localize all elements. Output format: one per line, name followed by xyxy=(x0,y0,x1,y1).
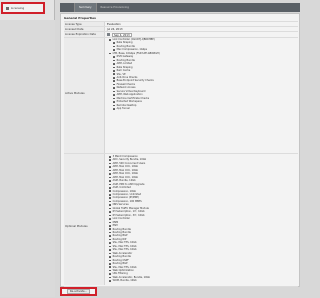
license-icon xyxy=(6,6,9,10)
bullet-icon xyxy=(109,269,111,272)
bullet-icon xyxy=(109,176,111,179)
general-properties-panel: General Properties License Type Evaluati… xyxy=(60,13,300,291)
bullet-icon xyxy=(109,245,111,248)
app-window: Licensing Summary Resource Provisioning … xyxy=(0,0,320,297)
list-item: App Tunnel xyxy=(109,107,160,110)
sidebar-background xyxy=(0,20,55,297)
bullet-icon xyxy=(109,155,111,158)
tab-summary[interactable]: Summary xyxy=(74,3,97,12)
bullet-icon xyxy=(109,214,111,217)
sidebar-item-label: Licensing xyxy=(11,6,25,10)
bullet-icon xyxy=(109,259,111,262)
bullet-icon xyxy=(109,252,111,255)
bullet-icon xyxy=(109,262,111,265)
active-modules-label: Active Modules xyxy=(65,92,85,95)
list-item-label: App Tunnel xyxy=(116,107,130,111)
bullet-icon xyxy=(109,231,111,234)
bullet-icon xyxy=(113,87,115,89)
reactivate-button-container: Re-activate... xyxy=(60,287,97,296)
bullet-icon xyxy=(113,90,115,93)
tab-bar: Summary Resource Provisioning xyxy=(60,3,300,12)
bullet-icon xyxy=(109,183,111,186)
bullet-icon xyxy=(113,73,115,76)
bullet-icon xyxy=(113,45,115,48)
bullet-icon xyxy=(113,70,115,72)
bullet-icon xyxy=(109,211,111,213)
bullet-icon xyxy=(109,256,111,258)
sidebar-item-licensing[interactable]: Licensing xyxy=(1,2,45,14)
list-item: WOM, Bundle, 10Gb xyxy=(109,279,150,282)
table-row: Addon Modules xyxy=(64,286,298,292)
optional-modules-label: Optional Modules xyxy=(65,225,88,228)
bullet-icon xyxy=(113,59,115,62)
bullet-icon xyxy=(109,166,111,168)
bullet-icon xyxy=(109,197,111,199)
bullet-icon xyxy=(113,49,115,51)
bullet-icon xyxy=(109,235,111,237)
table-row: Active Modules xyxy=(64,37,298,153)
bullet-icon xyxy=(109,193,111,196)
sidebar: Licensing xyxy=(0,0,55,297)
optional-modules-list: 3 Maint Compression ADC, Security Bundle,… xyxy=(109,155,150,283)
bullet-icon xyxy=(113,107,115,110)
bullet-icon xyxy=(109,228,111,231)
bullet-icon xyxy=(109,266,111,269)
bullet-icon xyxy=(109,276,111,279)
bullet-icon xyxy=(109,218,111,220)
bullet-icon xyxy=(109,280,111,282)
bullet-icon xyxy=(109,159,111,161)
bullet-icon xyxy=(113,104,115,107)
bullet-icon xyxy=(109,221,111,224)
bullet-icon xyxy=(109,187,111,189)
bullet-icon xyxy=(113,80,115,82)
bullet-icon xyxy=(109,238,111,241)
section-title: General Properties xyxy=(64,16,96,20)
bullet-icon xyxy=(113,42,115,44)
bullet-icon xyxy=(113,101,115,103)
bullet-icon xyxy=(113,94,115,96)
expiration-date-label: License Expiration Date xyxy=(65,33,96,36)
tab-menu[interactable] xyxy=(60,3,74,12)
reactivate-button[interactable]: Re-activate... xyxy=(66,289,91,294)
bullet-icon xyxy=(109,207,111,210)
bullet-icon xyxy=(113,63,115,65)
bullet-icon xyxy=(109,38,111,41)
list-item-label: WOM, Bundle, 10Gb xyxy=(112,279,137,283)
bullet-icon xyxy=(113,56,115,58)
bullet-icon xyxy=(109,169,111,172)
bullet-icon xyxy=(113,83,115,86)
bullet-icon xyxy=(113,97,115,100)
bullet-icon xyxy=(113,66,115,69)
active-modules-list: Link Controller (CGUDTJ-QBRDHBE) Rate Sha… xyxy=(109,38,160,111)
bullet-icon xyxy=(109,242,111,244)
table-row: Optional Modules xyxy=(64,153,298,298)
tab-resource-provisioning[interactable]: Resource Provisioning xyxy=(97,3,133,12)
calendar-icon[interactable] xyxy=(107,33,110,36)
bullet-icon xyxy=(109,180,111,182)
expiration-date-cell: Sep 4, 2013 xyxy=(107,32,133,37)
bullet-icon xyxy=(113,76,115,79)
bullet-icon xyxy=(109,204,111,206)
expiration-date-field[interactable]: Sep 4, 2013 xyxy=(111,32,133,37)
bullet-icon xyxy=(109,273,111,275)
bullet-icon xyxy=(109,200,111,203)
bullet-icon xyxy=(109,52,111,55)
bullet-icon xyxy=(109,224,111,227)
bullet-icon xyxy=(109,173,111,175)
bullet-icon xyxy=(109,249,111,251)
bullet-icon xyxy=(109,162,111,165)
bullet-icon xyxy=(109,190,111,193)
